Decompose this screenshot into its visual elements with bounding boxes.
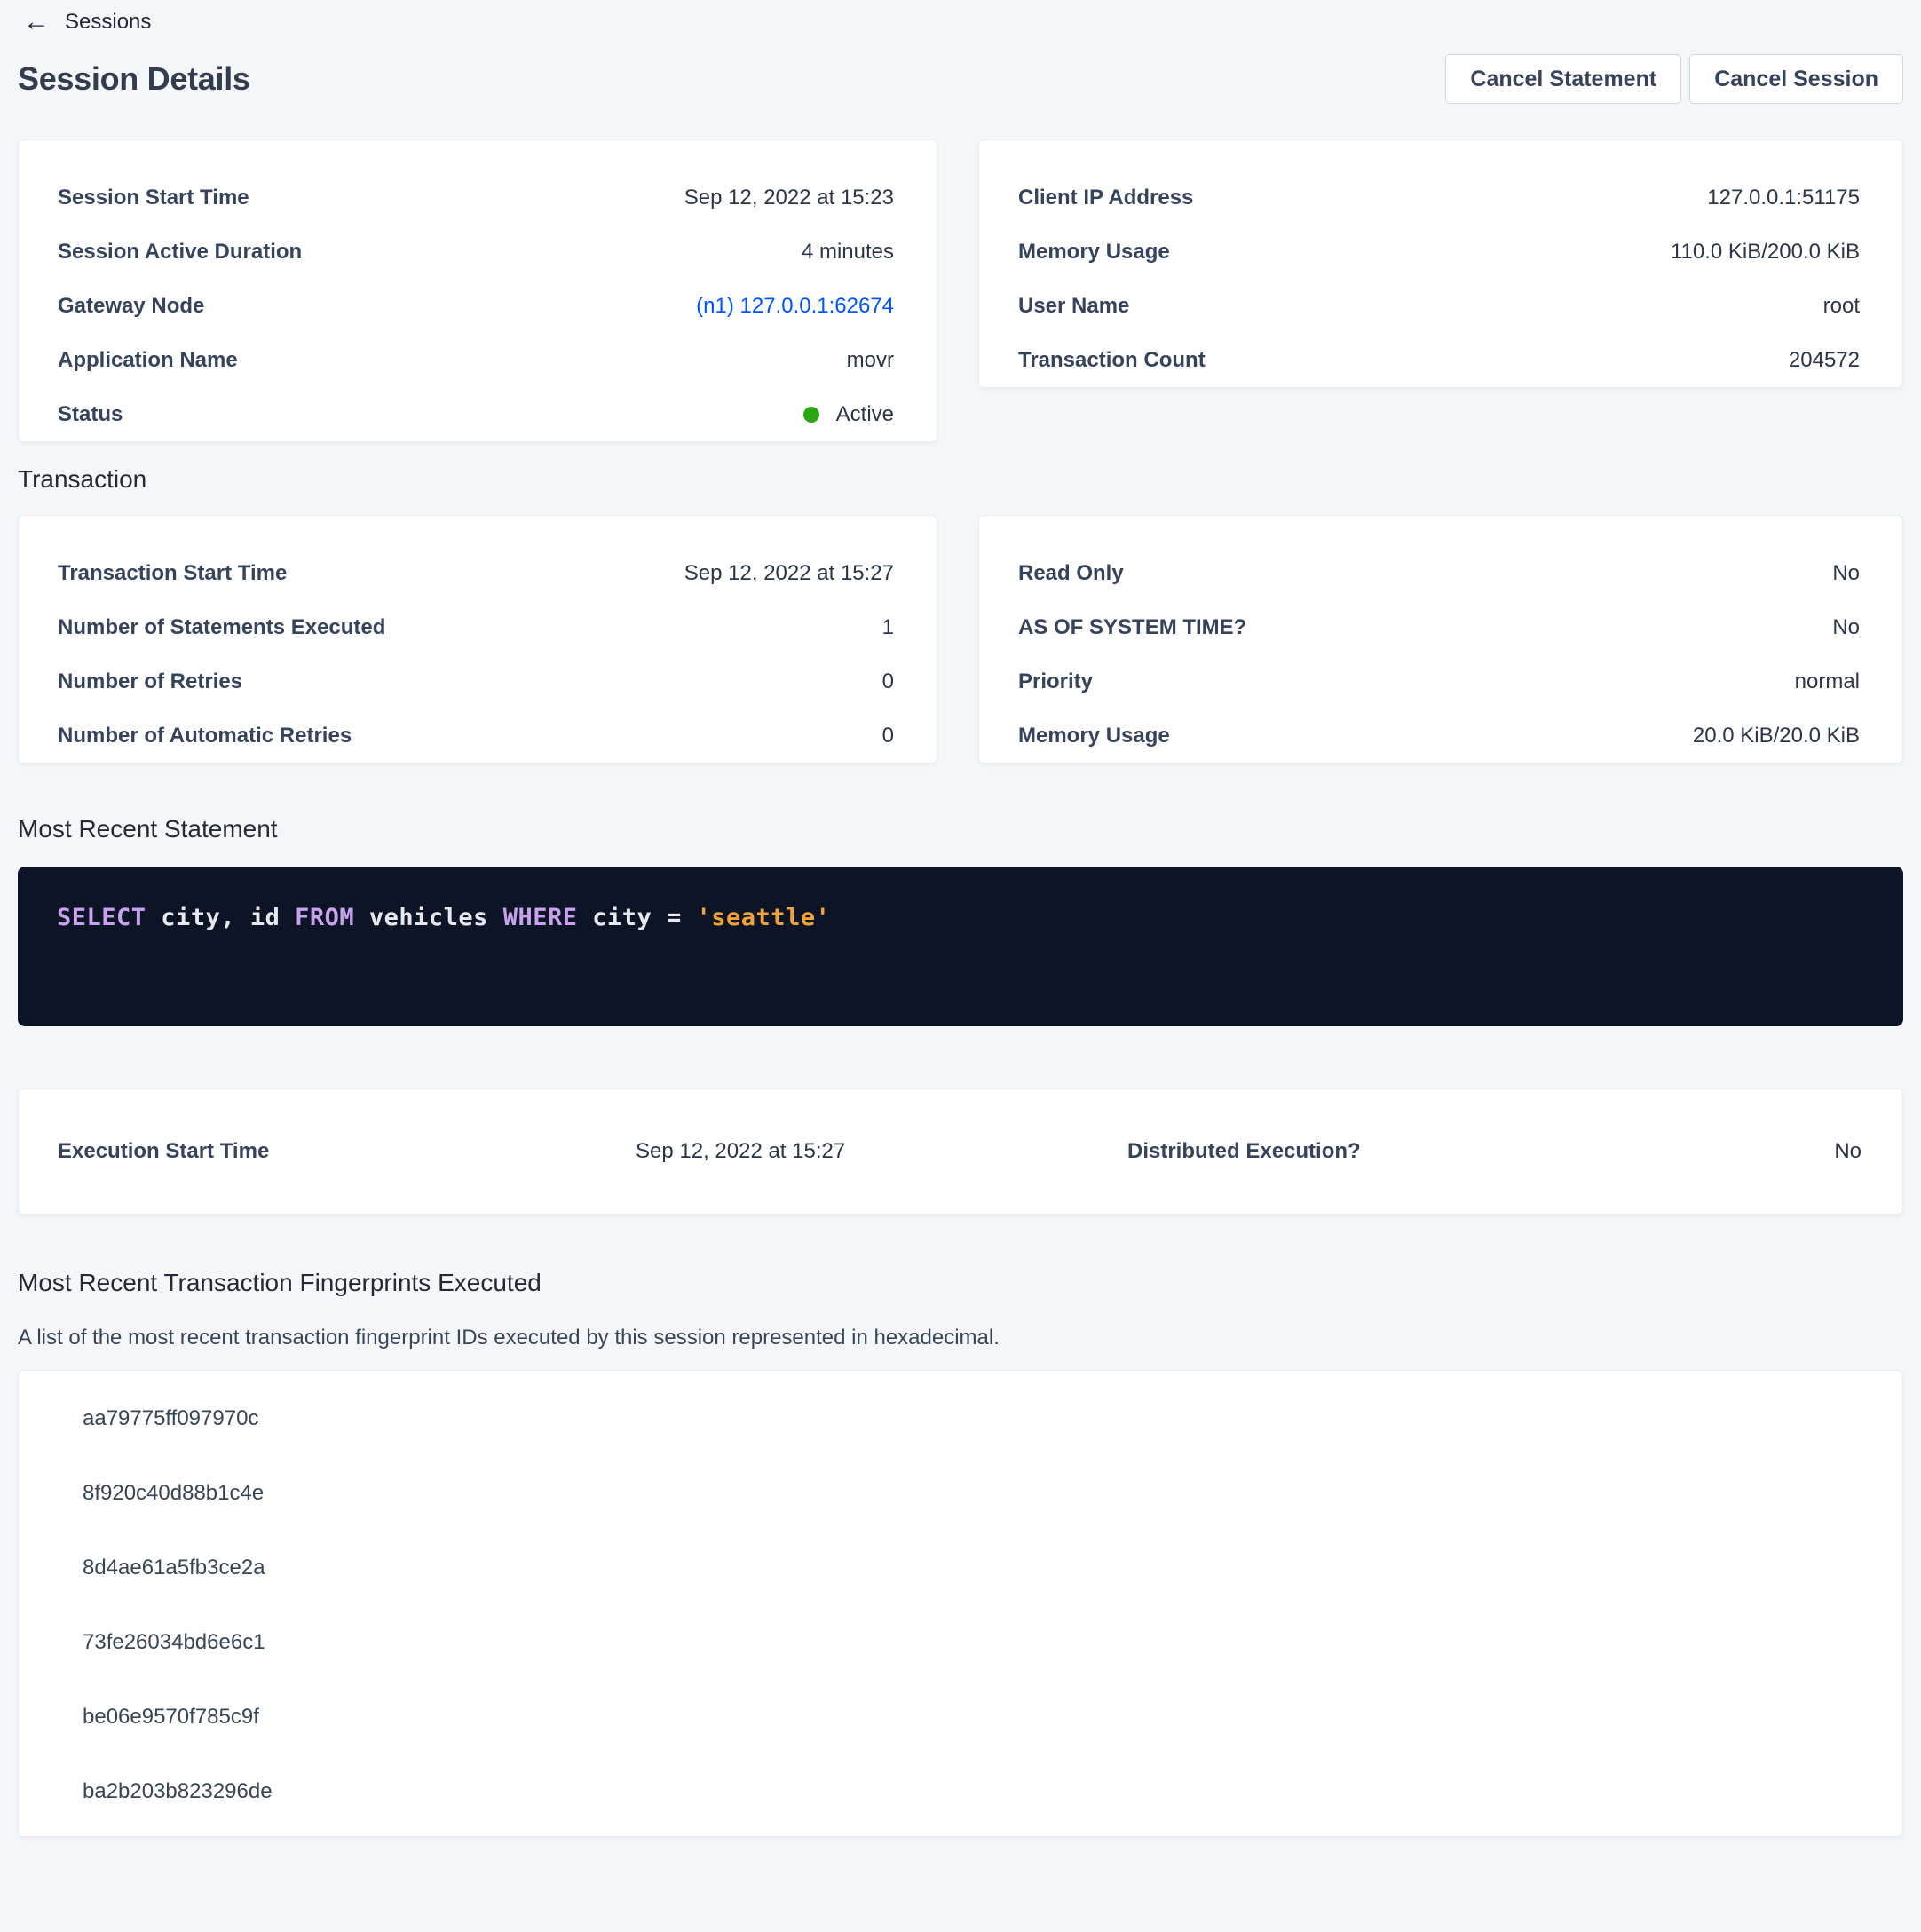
page-title: Session Details bbox=[18, 60, 250, 98]
detail-row: Status Active bbox=[58, 387, 894, 441]
memory-usage-value: 110.0 KiB/200.0 KiB bbox=[1671, 240, 1860, 265]
detail-label: Client IP Address bbox=[1018, 186, 1193, 210]
fingerprints-description: A list of the most recent transaction fi… bbox=[18, 1324, 1903, 1352]
detail-label: Number of Retries bbox=[58, 669, 242, 694]
breadcrumb-label: Sessions bbox=[65, 10, 151, 35]
detail-label: Memory Usage bbox=[1018, 240, 1170, 265]
detail-label: Gateway Node bbox=[58, 294, 204, 319]
detail-row: Application Name movr bbox=[58, 333, 894, 387]
sql-keyword: FROM bbox=[295, 904, 354, 931]
session-overview-card-right: Client IP Address 127.0.0.1:51175 Memory… bbox=[978, 139, 1903, 388]
most-recent-statement-heading: Most Recent Statement bbox=[18, 813, 1903, 845]
priority-value: normal bbox=[1795, 669, 1860, 694]
statements-executed-value: 1 bbox=[882, 615, 894, 640]
transaction-card-right: Read Only No AS OF SYSTEM TIME? No Prior… bbox=[978, 515, 1903, 764]
detail-label: Status bbox=[58, 402, 123, 427]
transaction-section-heading: Transaction bbox=[18, 463, 1903, 495]
session-overview-section: Session Start Time Sep 12, 2022 at 15:23… bbox=[18, 139, 1903, 442]
detail-label: Number of Statements Executed bbox=[58, 615, 385, 640]
detail-label: Transaction Count bbox=[1018, 348, 1206, 373]
detail-row: Memory Usage 20.0 KiB/20.0 KiB bbox=[1018, 709, 1860, 763]
detail-row: Number of Statements Executed 1 bbox=[58, 600, 894, 654]
fingerprint-list-item: 8f920c40d88b1c4e bbox=[19, 1456, 1902, 1531]
detail-row: Priority normal bbox=[1018, 654, 1860, 709]
detail-row: Client IP Address 127.0.0.1:51175 bbox=[1018, 170, 1860, 225]
detail-label: Read Only bbox=[1018, 561, 1124, 586]
transaction-section: Transaction Start Time Sep 12, 2022 at 1… bbox=[18, 515, 1903, 764]
session-active-duration-value: 4 minutes bbox=[802, 240, 894, 265]
transaction-start-time-value: Sep 12, 2022 at 15:27 bbox=[684, 561, 894, 586]
sql-string: 'seattle' bbox=[697, 904, 831, 931]
status-active-dot-icon bbox=[803, 407, 819, 423]
detail-label: Session Active Duration bbox=[58, 240, 302, 265]
status-badge: Active bbox=[803, 402, 894, 427]
user-name-value: root bbox=[1823, 294, 1860, 319]
gateway-node-link[interactable]: (n1) 127.0.0.1:62674 bbox=[696, 294, 894, 319]
back-arrow-icon: ← bbox=[23, 9, 50, 36]
detail-row: Read Only No bbox=[1018, 546, 1860, 600]
automatic-retries-value: 0 bbox=[882, 724, 894, 748]
session-details-page: ← Sessions Session Details Cancel Statem… bbox=[0, 0, 1921, 1837]
page-header: Session Details Cancel Statement Cancel … bbox=[18, 53, 1903, 105]
detail-row: Gateway Node (n1) 127.0.0.1:62674 bbox=[58, 279, 894, 333]
as-of-system-time-value: No bbox=[1832, 615, 1860, 640]
execution-details-card: Execution Start Time Sep 12, 2022 at 15:… bbox=[18, 1089, 1903, 1215]
fingerprint-list-item: aa79775ff097970c bbox=[19, 1382, 1902, 1456]
fingerprint-list-item: 73fe26034bd6e6c1 bbox=[19, 1605, 1902, 1680]
distributed-execution-label: Distributed Execution? bbox=[1127, 1139, 1361, 1164]
detail-row: Session Active Duration 4 minutes bbox=[58, 225, 894, 279]
sql-statement-box: SELECT city, id FROM vehicles WHERE city… bbox=[18, 867, 1903, 1026]
execution-start-time-label: Execution Start Time bbox=[58, 1139, 636, 1164]
detail-row: User Name root bbox=[1018, 279, 1860, 333]
cancel-session-button[interactable]: Cancel Session bbox=[1689, 54, 1903, 104]
breadcrumb-back-sessions[interactable]: ← Sessions bbox=[18, 7, 151, 37]
detail-row: Memory Usage 110.0 KiB/200.0 KiB bbox=[1018, 225, 1860, 279]
sql-keyword: SELECT bbox=[57, 904, 146, 931]
txn-memory-usage-value: 20.0 KiB/20.0 KiB bbox=[1693, 724, 1860, 748]
fingerprint-list-item: ba2b203b823296de bbox=[19, 1754, 1902, 1829]
detail-row: Transaction Start Time Sep 12, 2022 at 1… bbox=[58, 546, 894, 600]
distributed-execution-value: No bbox=[1834, 1139, 1862, 1164]
detail-row: Number of Retries 0 bbox=[58, 654, 894, 709]
status-value: Active bbox=[836, 402, 894, 427]
detail-label: Session Start Time bbox=[58, 186, 249, 210]
transaction-card-left: Transaction Start Time Sep 12, 2022 at 1… bbox=[18, 515, 937, 764]
detail-label: User Name bbox=[1018, 294, 1129, 319]
header-actions: Cancel Statement Cancel Session bbox=[1445, 54, 1903, 104]
fingerprints-heading: Most Recent Transaction Fingerprints Exe… bbox=[18, 1267, 1903, 1299]
detail-row: Session Start Time Sep 12, 2022 at 15:23 bbox=[58, 170, 894, 225]
sql-text: city, id bbox=[146, 904, 296, 931]
fingerprints-list-card: aa79775ff097970c 8f920c40d88b1c4e 8d4ae6… bbox=[18, 1370, 1903, 1837]
session-start-time-value: Sep 12, 2022 at 15:23 bbox=[684, 186, 894, 210]
cancel-statement-button[interactable]: Cancel Statement bbox=[1445, 54, 1681, 104]
detail-label: AS OF SYSTEM TIME? bbox=[1018, 615, 1246, 640]
detail-label: Transaction Start Time bbox=[58, 561, 287, 586]
fingerprint-list-item: be06e9570f785c9f bbox=[19, 1680, 1902, 1754]
session-overview-card-left: Session Start Time Sep 12, 2022 at 15:23… bbox=[18, 139, 937, 442]
sql-text: vehicles bbox=[354, 904, 503, 931]
fingerprint-list-item: 8d4ae61a5fb3ce2a bbox=[19, 1531, 1902, 1605]
sql-keyword: WHERE bbox=[503, 904, 578, 931]
transaction-count-value: 204572 bbox=[1789, 348, 1860, 373]
retries-value: 0 bbox=[882, 669, 894, 694]
detail-row: Number of Automatic Retries 0 bbox=[58, 709, 894, 763]
detail-label: Number of Automatic Retries bbox=[58, 724, 352, 748]
application-name-value: movr bbox=[847, 348, 894, 373]
read-only-value: No bbox=[1832, 561, 1860, 586]
detail-row: AS OF SYSTEM TIME? No bbox=[1018, 600, 1860, 654]
detail-label: Priority bbox=[1018, 669, 1093, 694]
sql-text: city = bbox=[577, 904, 696, 931]
client-ip-value: 127.0.0.1:51175 bbox=[1707, 186, 1860, 210]
detail-label: Application Name bbox=[58, 348, 238, 373]
detail-row: Transaction Count 204572 bbox=[1018, 333, 1860, 387]
detail-label: Memory Usage bbox=[1018, 724, 1170, 748]
execution-start-time-value: Sep 12, 2022 at 15:27 bbox=[636, 1139, 1127, 1164]
